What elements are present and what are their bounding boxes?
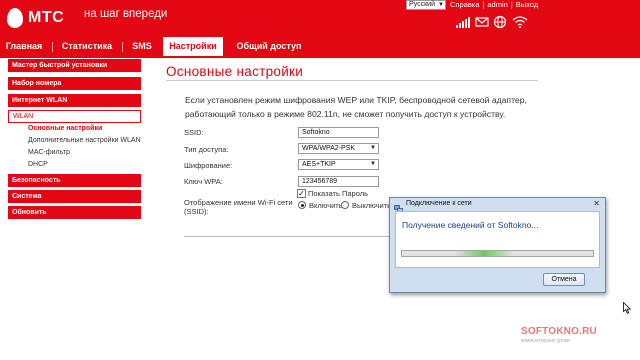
separator: | [510, 0, 513, 9]
mts-logo[interactable]: МТС [7, 8, 73, 30]
sidebar-subitem-dhcp[interactable]: DHCP [28, 161, 48, 168]
tab-main[interactable]: Главная [1, 37, 47, 56]
form-divider [184, 236, 394, 237]
page-title: Основные настройки [166, 64, 304, 79]
tab-sharing[interactable]: Общий доступ [230, 37, 308, 56]
top-links: Справка | admin | Выход [450, 0, 538, 9]
ssid-input[interactable]: Softokno [298, 127, 379, 138]
ssid-broadcast-label-cont: (SSID): [184, 207, 209, 216]
tab-sms[interactable]: SMS [128, 37, 156, 56]
wpa-key-label: Ключ WPA: [184, 177, 223, 186]
wpa-key-input[interactable]: 123456789 [298, 176, 379, 187]
ssid-broadcast-on-label: Включить [309, 201, 343, 210]
show-password-label: Показать Пароль [308, 189, 368, 198]
language-select[interactable]: Русский ▼ [406, 0, 446, 10]
sidebar-subitem-basic-settings[interactable]: Основные настройки [28, 125, 102, 132]
ssid-broadcast-off-label: Выключить [352, 201, 392, 210]
sidebar-item-update[interactable]: Обновить [8, 206, 141, 219]
logo-text: МТС [28, 9, 65, 26]
watermark-logo: SOFTOKNO.RU [521, 326, 597, 337]
dialog-titlebar[interactable]: Подключение к сети ✕ [390, 198, 605, 213]
tab-separator [52, 42, 53, 52]
sidebar-item-internet-wlan[interactable]: Интернет WLAN [8, 94, 141, 107]
network-connection-dialog: Подключение к сети ✕ Получение сведений … [389, 197, 606, 293]
egg-logo-icon [7, 8, 23, 28]
sidebar-item-quick-setup[interactable]: Мастер быстрой установки [8, 59, 141, 72]
cancel-button[interactable]: Отмена [543, 273, 585, 286]
access-type-value: WPA/WPA2-PSK [302, 145, 356, 152]
watermark-subtitle: компьютерные уроки [521, 338, 570, 344]
encryption-select[interactable]: AES+TKIP ▼ [298, 159, 379, 170]
site-watermark: SOFTOKNO.RU компьютерные уроки [521, 326, 597, 344]
sidebar-item-dialup[interactable]: Набор номера [8, 77, 141, 90]
wifi-icon [512, 15, 528, 29]
envelope-icon[interactable] [475, 15, 489, 29]
sidebar-item-system[interactable]: Система [8, 190, 141, 203]
sidebar-subitem-mac-filter[interactable]: MAC-фильтр [28, 149, 70, 156]
ssid-label: SSID: [184, 128, 204, 137]
header-rule [0, 56, 640, 58]
sidebar-item-wlan[interactable]: WLAN [8, 110, 141, 123]
mouse-cursor-icon [623, 301, 632, 319]
globe-icon [493, 15, 507, 29]
language-value: Русский [409, 1, 435, 8]
top-header: МТС на шаг впереди Русский ▼ Справка | adm… [0, 0, 640, 56]
status-icons [455, 15, 535, 29]
help-link[interactable]: Справка [450, 0, 479, 9]
ssid-broadcast-off-radio[interactable] [341, 201, 349, 209]
ssid-broadcast-on-radio[interactable] [298, 201, 306, 209]
chevron-down-icon: ▼ [370, 161, 376, 167]
sidebar-subitem-advanced-wlan[interactable]: Дополнительные настройки WLAN [28, 137, 141, 144]
encryption-value: AES+TKIP [302, 161, 336, 168]
progress-indicator [455, 251, 513, 256]
separator: | [482, 0, 485, 9]
ssid-broadcast-label: Отображение имени Wi-Fi сети [184, 198, 293, 207]
sidebar-item-security[interactable]: Безопасность [8, 174, 141, 187]
description-text: Если установлен режим шифрования WEP или… [185, 95, 527, 119]
tab-statistics[interactable]: Статистика [58, 37, 116, 56]
chevron-down-icon: ▼ [370, 145, 376, 151]
logout-link[interactable]: Выход [516, 0, 538, 9]
signal-strength-icon [455, 15, 473, 29]
chevron-down-icon: ▼ [438, 2, 444, 8]
tab-settings[interactable]: Настройки [163, 37, 223, 56]
slogan: на шаг впереди [84, 8, 168, 20]
access-type-label: Тип доступа: [184, 145, 229, 154]
show-password-checkbox[interactable]: ✓ [297, 189, 306, 198]
dialog-body: Получение сведений от Softokno... [395, 211, 600, 268]
dialog-title: Подключение к сети [406, 200, 472, 207]
dialog-message: Получение сведений от Softokno... [402, 220, 539, 230]
progress-bar [401, 250, 594, 257]
title-divider [166, 80, 538, 81]
access-type-select[interactable]: WPA/WPA2-PSK ▼ [298, 143, 379, 154]
admin-link[interactable]: admin [487, 0, 507, 9]
close-icon[interactable]: ✕ [593, 199, 600, 208]
encryption-label: Шифрование: [184, 161, 233, 170]
tab-separator [122, 42, 123, 52]
